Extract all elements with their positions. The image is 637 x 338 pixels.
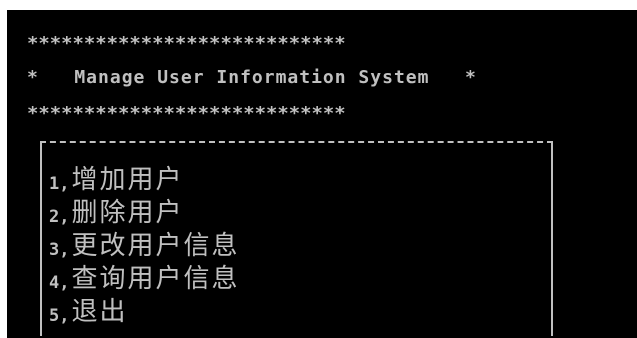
menu-item-delete-user: 2, 删除用户 <box>49 195 240 228</box>
menu-item-exit: 5, 退出 <box>49 294 240 327</box>
menu-item-query-user: 4, 查询用户信息 <box>49 261 240 294</box>
menu-item-add-user: 1, 增加用户 <box>49 162 240 195</box>
menu-item-label: 退出 <box>71 297 128 327</box>
banner-title: * Manage User Information System * <box>27 67 477 88</box>
menu-item-label: 增加用户 <box>71 165 184 195</box>
menu-item-number: 5, <box>49 306 70 326</box>
menu-item-label: 删除用户 <box>71 198 184 228</box>
menu-item-number: 2, <box>49 207 70 227</box>
console-window: **************************** * Manage Us… <box>7 10 637 338</box>
banner-top-border: **************************** <box>27 33 346 54</box>
menu-item-modify-user: 3, 更改用户信息 <box>49 228 240 261</box>
menu-item-label: 更改用户信息 <box>71 231 240 261</box>
menu-item-number: 3, <box>49 240 70 260</box>
menu-item-number: 1, <box>49 174 70 194</box>
menu-item-label: 查询用户信息 <box>71 264 240 294</box>
menu-list: 1, 增加用户 2, 删除用户 3, 更改用户信息 4, 查询用户信息 5, 退… <box>49 162 240 327</box>
banner-bottom-border: **************************** <box>27 103 346 124</box>
menu-item-number: 4, <box>49 273 70 293</box>
